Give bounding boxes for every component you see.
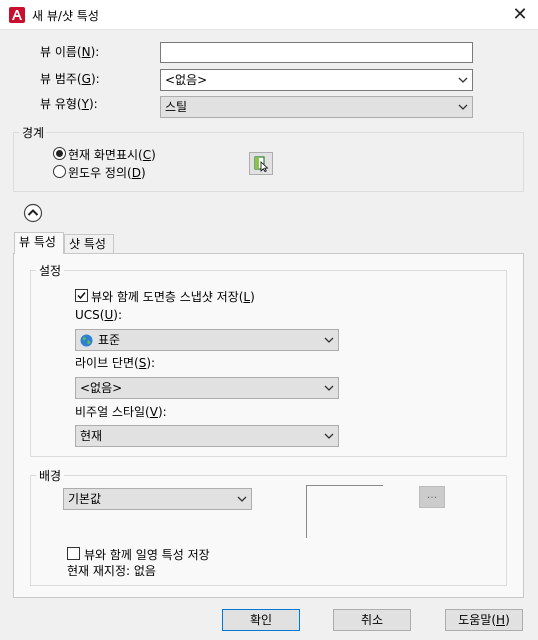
live-section-label: 라이브 단면(S):	[75, 356, 156, 370]
view-name-input[interactable]	[160, 42, 473, 63]
dialog-title: 새 뷰/샷 특성	[32, 9, 99, 23]
live-section-value: <없음>	[80, 381, 123, 395]
current-display-label[interactable]: 현재 화면표시(C)	[68, 146, 156, 163]
view-type-label: 뷰 유형(Y):	[40, 97, 98, 111]
close-icon[interactable]: ✕	[506, 4, 534, 26]
background-group-title: 배경	[36, 467, 65, 484]
background-type-select[interactable]: 기본값	[63, 488, 252, 510]
boundary-group-title: 경계	[19, 124, 48, 141]
view-name-label: 뷰 이름(N):	[40, 45, 100, 59]
define-window-label[interactable]: 윈도우 정의(D)	[68, 164, 146, 181]
visual-style-label: 비주얼 스타일(V):	[75, 405, 167, 419]
chevron-down-icon	[458, 77, 468, 83]
view-type-select[interactable]: 스틸	[160, 96, 473, 118]
ucs-label: UCS(U):	[75, 308, 122, 322]
cancel-button[interactable]: 취소	[333, 609, 411, 631]
save-layer-snapshot-label[interactable]: 뷰와 함께 도면층 스냅샷 저장(L)	[91, 288, 255, 305]
background-type-value: 기본값	[68, 492, 102, 506]
view-category-combo[interactable]: <없음>	[160, 69, 473, 91]
visual-style-select[interactable]: 현재	[75, 425, 339, 447]
help-button[interactable]: 도움말(H)	[445, 609, 523, 631]
chevron-down-icon	[324, 337, 334, 343]
chevron-down-icon	[458, 104, 468, 110]
visual-style-value: 현재	[80, 429, 103, 443]
view-category-value: <없음>	[165, 73, 208, 87]
chevron-down-icon	[324, 385, 334, 391]
view-category-label: 뷰 범주(G):	[40, 72, 100, 86]
globe-icon	[80, 334, 93, 347]
view-type-value: 스틸	[165, 100, 188, 114]
chevron-down-icon	[237, 496, 247, 502]
settings-group-title: 설정	[36, 262, 65, 279]
save-sun-properties-checkbox[interactable]	[67, 547, 80, 560]
ucs-select[interactable]: 표준	[75, 329, 339, 351]
save-sun-properties-label[interactable]: 뷰와 함께 일영 특성 저장	[84, 546, 210, 563]
ok-button[interactable]: 확인	[222, 609, 300, 631]
chevron-down-icon	[324, 433, 334, 439]
save-layer-snapshot-checkbox[interactable]	[75, 289, 88, 302]
autocad-logo-icon	[9, 7, 25, 23]
collapse-chevron-up-icon[interactable]	[23, 203, 43, 223]
live-section-select[interactable]: <없음>	[75, 377, 339, 399]
define-window-radio[interactable]	[53, 165, 66, 178]
background-browse-button[interactable]: ...	[419, 486, 445, 508]
checkmark-icon	[77, 292, 86, 300]
define-window-button[interactable]	[249, 152, 273, 175]
current-display-radio[interactable]	[53, 147, 66, 160]
current-override-text: 현재 재지정: 없음	[67, 564, 156, 578]
tab-view-properties[interactable]: 뷰 특성	[14, 232, 64, 254]
background-preview	[306, 485, 383, 538]
window-select-icon	[254, 156, 269, 172]
tab-shot-properties[interactable]: 샷 특성	[64, 234, 114, 254]
ucs-value: 표준	[98, 333, 121, 347]
